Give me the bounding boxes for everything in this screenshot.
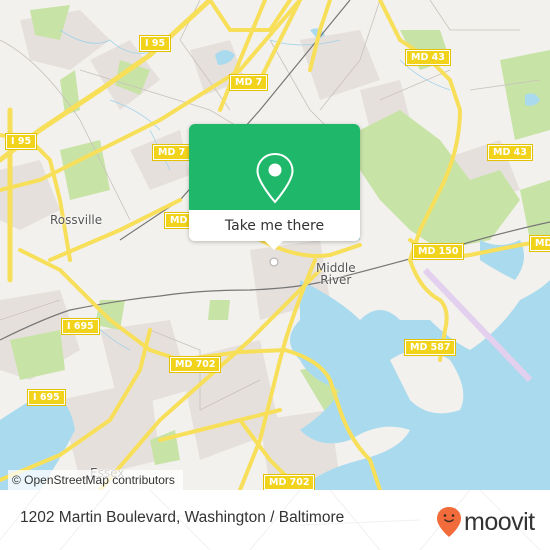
road-shield-md702: MD 702 [262,474,316,490]
popup-pointer [265,241,283,250]
popup-header [189,124,360,210]
road-shield-md: MD [528,235,550,252]
road-shield-md587: MD 587 [403,339,457,356]
destination-marker [269,257,279,267]
take-me-there-button[interactable]: Take me there [189,210,360,241]
moovit-wordmark: moovit [464,508,535,536]
road-shield-md7: MD 7 [228,74,269,91]
moovit-logo[interactable]: moovit [436,506,535,538]
location-popup: Take me there [189,124,360,250]
place-label-rossville: Rossville [50,213,103,227]
road-shield-i695: I 695 [61,318,100,335]
map[interactable]: I 95 I 95 MD 7 MD 7 MD MD 43 MD 43 MD 15… [0,0,550,490]
road-shield-i695: I 695 [27,389,66,406]
road-shield-md43: MD 43 [405,49,451,66]
road-shield-md7: MD 7 [151,144,192,161]
map-attribution[interactable]: © OpenStreetMap contributors [8,470,183,490]
footer: 1202 Martin Boulevard, Washington / Balt… [0,490,550,550]
road-shield-i95: I 95 [138,35,172,52]
address-text: 1202 Martin Boulevard, Washington / Balt… [20,509,345,526]
map-pin-icon [256,152,294,204]
road-shield-md150: MD 150 [411,243,465,260]
moovit-pin-icon [437,507,461,537]
road-shield-md43: MD 43 [487,144,533,161]
place-label-middle-river: Middle River [316,261,356,287]
take-me-there-label: Take me there [224,217,325,234]
road-shield-md702: MD 702 [168,356,222,373]
road-shield-i95: I 95 [4,133,38,150]
